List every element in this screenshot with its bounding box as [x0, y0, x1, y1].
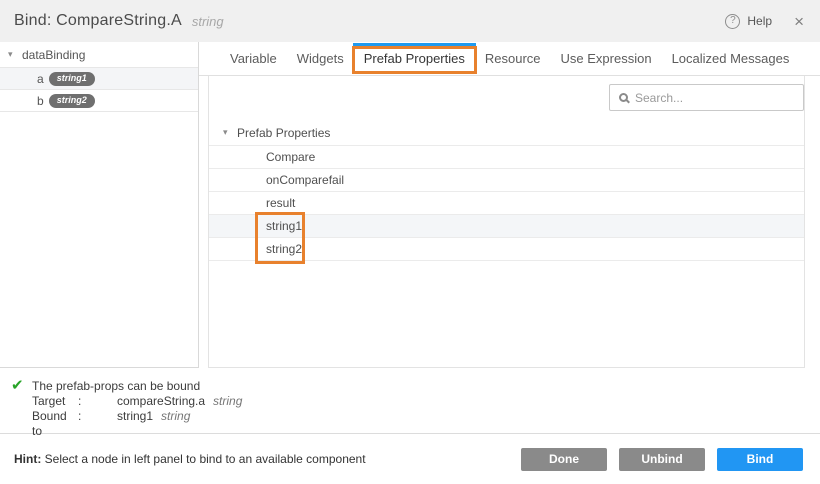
tab-bar: Variable Widgets Prefab Properties Resou…	[199, 42, 820, 76]
tree-item-string2[interactable]: string2	[209, 238, 804, 261]
tab-prefab-properties[interactable]: Prefab Properties	[354, 42, 475, 75]
success-check-icon: ✔	[11, 378, 24, 393]
search-icon	[619, 93, 628, 102]
dialog-title: Bind: CompareString.A	[14, 12, 182, 30]
caret-down-icon[interactable]: ▾	[223, 127, 237, 138]
tab-widgets[interactable]: Widgets	[287, 42, 354, 75]
help-icon[interactable]: ?	[725, 14, 740, 29]
status-label: Target	[32, 394, 78, 409]
binding-source-panel: Variable Widgets Prefab Properties Resou…	[199, 42, 820, 368]
status-label: Bound to	[32, 409, 78, 424]
data-binding-panel: ▾ dataBinding a string1 b string2	[0, 42, 199, 368]
tree-item-string1[interactable]: string1	[209, 215, 804, 238]
tree-node-label: dataBinding	[22, 48, 85, 62]
status-value-type: string	[213, 394, 242, 409]
tree-node-prefab-properties[interactable]: ▾ Prefab Properties	[209, 120, 804, 146]
tab-use-expression[interactable]: Use Expression	[551, 42, 662, 75]
status-separator: :	[78, 409, 117, 424]
status-separator: :	[78, 394, 117, 409]
tree-node-a[interactable]: a string1	[0, 68, 198, 90]
footer-buttons: Done Unbind Bind	[521, 448, 803, 471]
binding-badge: string1	[49, 72, 95, 86]
tree-node-label: b	[37, 94, 44, 108]
binding-status: ✔ The prefab-props can be bound Target :…	[0, 368, 820, 433]
hint-label: Hint:	[14, 452, 41, 466]
tree-node-b[interactable]: b string2	[0, 90, 198, 112]
binding-badge: string2	[49, 94, 95, 108]
help-link[interactable]: Help	[747, 14, 772, 28]
caret-down-icon[interactable]: ▾	[8, 49, 22, 60]
close-icon[interactable]: ×	[794, 13, 804, 30]
unbind-button[interactable]: Unbind	[619, 448, 705, 471]
bind-button[interactable]: Bind	[717, 448, 803, 471]
tab-variable[interactable]: Variable	[220, 42, 287, 75]
tree-item-result[interactable]: result	[209, 192, 804, 215]
dialog-title-type: string	[192, 14, 224, 29]
dialog-footer: Hint: Select a node in left panel to bin…	[0, 433, 820, 484]
prefab-properties-tree: ▾ Prefab Properties Compare onComparefai…	[209, 120, 804, 261]
tree-node-label: a	[37, 72, 44, 86]
status-value: compareString.a	[117, 394, 205, 409]
status-row-bound-to: Bound to : string1 string	[32, 409, 820, 424]
status-message: The prefab-props can be bound	[32, 379, 820, 394]
tree-node-label: Prefab Properties	[237, 126, 330, 140]
main-area: ▾ dataBinding a string1 b string2 Variab…	[0, 42, 820, 368]
tree-item-compare[interactable]: Compare	[209, 146, 804, 169]
status-row-target: Target : compareString.a string	[32, 394, 820, 409]
done-button[interactable]: Done	[521, 448, 607, 471]
status-value: string1	[117, 409, 153, 424]
tree-node-databinding[interactable]: ▾ dataBinding	[0, 42, 198, 68]
tree-item-oncomparefail[interactable]: onComparefail	[209, 169, 804, 192]
status-value-type: string	[161, 409, 190, 424]
hint-body: Select a node in left panel to bind to a…	[41, 452, 365, 466]
tab-content: ▾ Prefab Properties Compare onComparefai…	[208, 76, 805, 368]
search-box[interactable]	[609, 84, 804, 111]
hint-text: Hint: Select a node in left panel to bin…	[14, 452, 366, 466]
tab-localized-messages[interactable]: Localized Messages	[662, 42, 800, 75]
status-details: The prefab-props can be bound Target : c…	[32, 379, 820, 424]
header-actions: ? Help ×	[725, 13, 804, 30]
tab-resource[interactable]: Resource	[475, 42, 551, 75]
search-input[interactable]	[635, 91, 794, 105]
dialog-header: Bind: CompareString.A string ? Help ×	[0, 0, 820, 42]
